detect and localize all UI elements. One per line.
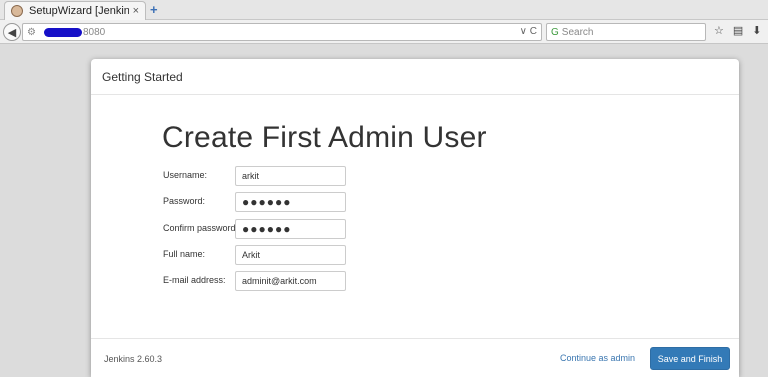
page-title: Create First Admin User	[162, 121, 487, 154]
confirm-password-field[interactable]	[235, 219, 346, 239]
reload-icon[interactable]: C	[530, 26, 537, 37]
bookmark-star-icon[interactable]: ☆	[714, 24, 724, 37]
setup-wizard-dialog: Getting Started Create First Admin User …	[91, 59, 739, 377]
toolbar-icons: ☆ ▤ ⬇	[714, 24, 762, 37]
redacted-host	[43, 27, 82, 37]
full-name-field[interactable]	[235, 245, 346, 265]
jenkins-favicon-icon	[11, 5, 23, 17]
password-row: Password:	[163, 192, 563, 212]
username-row: Username:	[163, 166, 563, 186]
url-dropdown-icon[interactable]: ∨ C	[520, 26, 537, 37]
email-field[interactable]	[235, 271, 346, 291]
url-port: 8080	[82, 26, 106, 38]
full-name-label: Full name:	[163, 249, 206, 259]
clipboard-icon[interactable]: ▤	[733, 24, 743, 37]
save-and-finish-button[interactable]: Save and Finish	[650, 347, 730, 370]
back-button[interactable]: ◀	[3, 23, 21, 41]
password-label: Password:	[163, 196, 206, 206]
confirm-password-row: Confirm password:	[163, 219, 563, 239]
search-placeholder: Search	[561, 26, 594, 38]
dialog-header: Getting Started	[91, 59, 739, 95]
email-label: E-mail address:	[163, 275, 226, 285]
full-name-row: Full name:	[163, 245, 563, 265]
username-field[interactable]	[235, 166, 346, 186]
jenkins-version: Jenkins 2.60.3	[104, 354, 163, 364]
username-label: Username:	[163, 170, 208, 180]
search-bar[interactable]: G Search	[546, 23, 706, 41]
new-tab-icon[interactable]: +	[150, 2, 158, 17]
download-icon[interactable]: ⬇	[752, 24, 761, 37]
navigation-bar: ◀ ⚙ 8080 ∨ C G Search ☆ ▤ ⬇	[0, 20, 768, 44]
confirm-password-label: Confirm password:	[163, 223, 239, 233]
back-arrow-icon: ◀	[7, 26, 17, 39]
identity-icon[interactable]: ⚙	[27, 27, 36, 38]
password-field[interactable]	[235, 192, 346, 212]
browser-tab[interactable]: SetupWizard [Jenkins] ×	[4, 1, 146, 20]
url-bar[interactable]: ⚙ 8080 ∨ C	[22, 23, 542, 41]
search-engine-icon[interactable]: G	[551, 27, 559, 38]
continue-as-admin-link[interactable]: Continue as admin	[560, 353, 635, 363]
tab-title: SetupWizard [Jenkins]	[29, 5, 129, 17]
email-row: E-mail address:	[163, 271, 563, 291]
dialog-footer: Jenkins 2.60.3 Continue as admin Save an…	[91, 338, 739, 377]
close-tab-icon[interactable]: ×	[133, 5, 139, 17]
tab-bar: SetupWizard [Jenkins] × +	[0, 0, 768, 20]
